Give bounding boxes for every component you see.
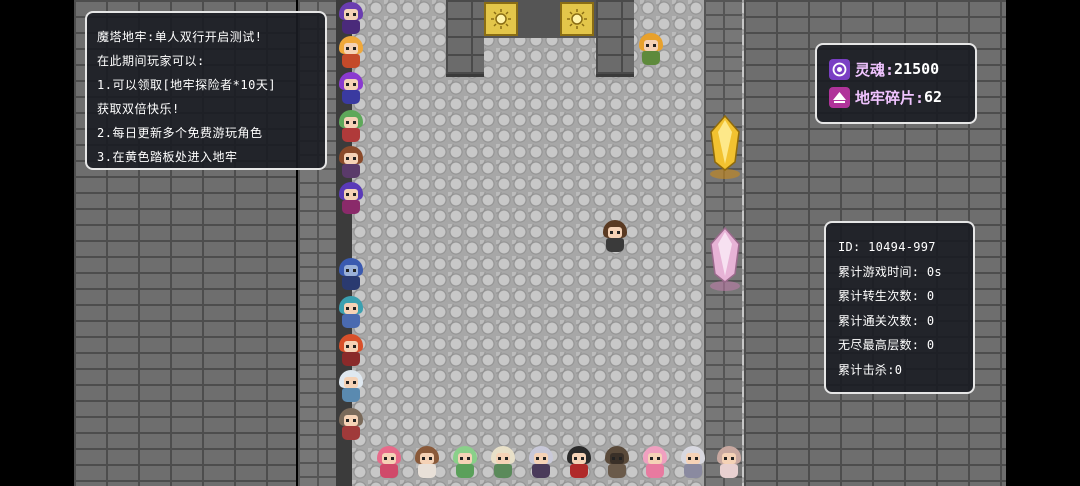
playable-character[interactable] xyxy=(336,2,366,36)
dungeon-shard-icon xyxy=(829,86,850,108)
playable-character[interactable] xyxy=(450,446,480,480)
playable-character[interactable] xyxy=(336,258,366,292)
announcement-line: 获取双倍快乐! xyxy=(97,102,180,116)
playable-character[interactable] xyxy=(336,182,366,216)
yellow-pressure-plate[interactable] xyxy=(484,2,518,36)
announcement-line: 在此期间玩家可以: xyxy=(97,54,205,68)
playable-character[interactable] xyxy=(336,408,366,442)
stat-kill-count: 累计击杀:0 xyxy=(838,362,903,377)
soul-label: 灵魂: xyxy=(855,60,895,79)
announcement-line: 2.每日更新多个免费游玩角色 xyxy=(97,126,263,140)
stat-play-time: 累计游戏时间: 0s xyxy=(838,264,942,279)
announcement-line: 1.可以领取[地牢探险者*10天] xyxy=(97,78,277,92)
gate-left-block xyxy=(446,0,484,77)
player-character[interactable] xyxy=(600,218,630,256)
playable-character[interactable] xyxy=(526,446,556,480)
playable-character[interactable] xyxy=(336,36,366,70)
playable-character[interactable] xyxy=(678,446,708,480)
stat-clear-count: 累计通关次数: 0 xyxy=(838,313,935,328)
player-stats-panel: ID: 10494-997 累计游戏时间: 0s 累计转生次数: 0 累计通关次… xyxy=(824,221,975,394)
resource-panel: 灵魂: 21500 地牢碎片: 62 xyxy=(815,43,977,124)
playable-character[interactable] xyxy=(336,146,366,180)
soul-value: 21500 xyxy=(894,60,940,78)
gold-crystal-icon[interactable] xyxy=(708,114,742,182)
shard-value: 62 xyxy=(924,88,943,106)
yellow-pressure-plate[interactable] xyxy=(560,2,594,36)
npc-character[interactable] xyxy=(636,33,666,67)
pink-crystal-icon[interactable] xyxy=(708,226,742,294)
shard-label: 地牢碎片: xyxy=(855,88,925,107)
playable-character[interactable] xyxy=(336,296,366,330)
playable-character[interactable] xyxy=(336,370,366,404)
player-id: ID: 10494-997 xyxy=(838,240,936,254)
playable-character[interactable] xyxy=(374,446,404,480)
playable-character[interactable] xyxy=(336,334,366,368)
announcement-title: 魔塔地牢:单人双行开启测试! xyxy=(97,30,263,44)
soul-orb-icon xyxy=(829,58,850,80)
playable-character[interactable] xyxy=(640,446,670,480)
playable-character[interactable] xyxy=(336,110,366,144)
playable-character[interactable] xyxy=(714,446,744,480)
announcement-line: 3.在黄色踏板处进入地牢 xyxy=(97,150,238,164)
playable-character[interactable] xyxy=(488,446,518,480)
playable-character[interactable] xyxy=(412,446,442,480)
stat-rebirth-count: 累计转生次数: 0 xyxy=(838,289,935,303)
gate-right-block xyxy=(596,0,634,77)
stat-endless-floor: 无尽最高层数: 0 xyxy=(838,338,935,352)
playable-character[interactable] xyxy=(602,446,632,480)
announcement-panel: 魔塔地牢:单人双行开启测试! 在此期间玩家可以: 1.可以领取[地牢探险者*10… xyxy=(85,11,327,170)
shard-counter: 地牢碎片: 62 xyxy=(829,83,963,111)
playable-character[interactable] xyxy=(336,72,366,106)
soul-counter: 灵魂: 21500 xyxy=(829,55,963,83)
playable-character[interactable] xyxy=(564,446,594,480)
cobblestone-floor[interactable] xyxy=(336,0,744,486)
